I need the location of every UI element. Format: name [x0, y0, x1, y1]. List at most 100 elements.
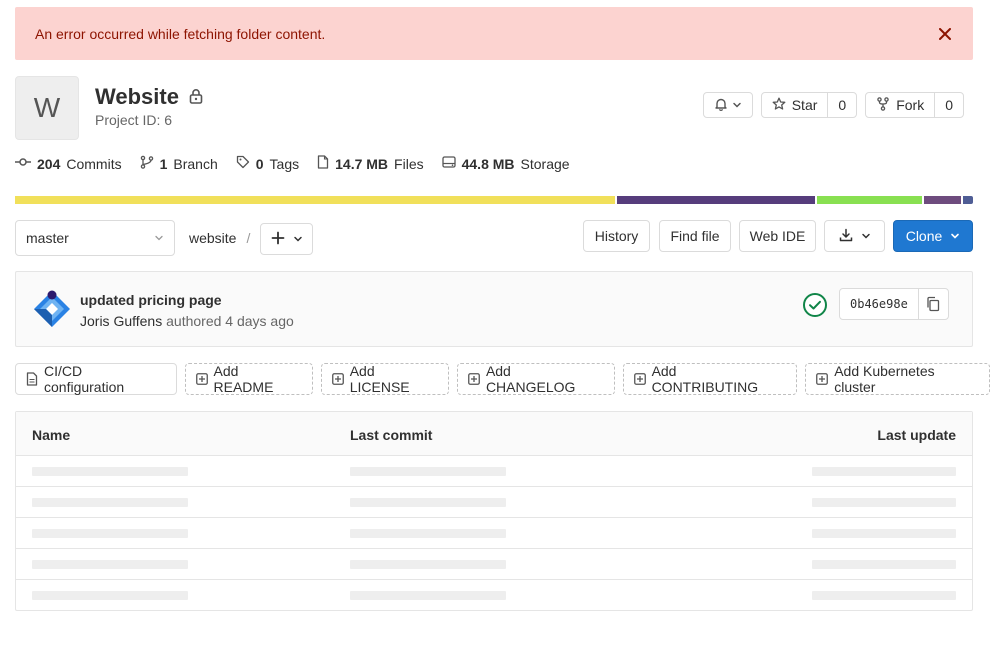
- loading-skeleton: [812, 498, 956, 507]
- table-row: [16, 518, 972, 549]
- file-icon: [317, 155, 329, 172]
- star-count[interactable]: 0: [827, 93, 856, 117]
- files-label: Files: [394, 155, 424, 172]
- chevron-down-icon: [293, 231, 303, 247]
- loading-skeleton: [32, 498, 188, 507]
- tags-stat[interactable]: 0 Tags: [236, 155, 299, 172]
- doc-icon: [26, 372, 38, 386]
- file-tree-table: Name Last commit Last update: [15, 411, 973, 611]
- fork-icon: [876, 96, 890, 114]
- language-segment[interactable]: [617, 196, 816, 204]
- web-ide-button[interactable]: Web IDE: [739, 220, 816, 252]
- loading-skeleton: [350, 560, 506, 569]
- history-button[interactable]: History: [583, 220, 650, 252]
- breadcrumb-root[interactable]: website: [189, 230, 236, 246]
- plus-square-icon: [633, 373, 646, 385]
- language-segment[interactable]: [15, 196, 616, 204]
- commits-count: 204: [37, 155, 61, 172]
- clone-dropdown[interactable]: Clone: [893, 220, 973, 252]
- chevron-down-icon: [154, 230, 164, 246]
- repository-languages-bar[interactable]: [15, 196, 973, 204]
- quick-actions: CI/CD configuration Add README Add LICENSE…: [15, 363, 990, 395]
- copy-icon[interactable]: [917, 289, 948, 319]
- quick-action-button[interactable]: Add README: [184, 363, 313, 395]
- close-icon[interactable]: [937, 26, 953, 42]
- storage-label: Storage: [520, 155, 570, 172]
- language-segment[interactable]: [963, 196, 973, 204]
- table-row: [16, 549, 972, 580]
- loading-skeleton: [32, 560, 188, 569]
- header-last-update: Last update: [877, 427, 956, 443]
- chevron-down-icon: [732, 97, 742, 113]
- branch-name: master: [26, 230, 69, 246]
- commit-icon: [15, 155, 31, 172]
- tags-label: Tags: [269, 155, 300, 172]
- project-title-row: Website: [95, 84, 203, 110]
- commit-title[interactable]: updated pricing page: [80, 292, 222, 308]
- error-alert: An error occurred while fetching folder …: [15, 7, 973, 60]
- files-size: 14.7 MB: [335, 155, 389, 172]
- language-segment[interactable]: [924, 196, 962, 204]
- quick-action-label: Add CHANGELOG: [485, 363, 576, 395]
- star-button[interactable]: Star 0: [760, 92, 858, 118]
- download-dropdown[interactable]: [824, 220, 885, 252]
- branches-stat[interactable]: 1 Branch: [140, 155, 218, 172]
- pipeline-status-icon[interactable]: [802, 292, 828, 318]
- star-icon: [772, 97, 786, 114]
- loading-skeleton: [350, 467, 506, 476]
- commit-authored-text: authored 4 days ago: [166, 313, 294, 329]
- fork-button[interactable]: Fork 0: [865, 92, 964, 118]
- project-avatar: W: [15, 76, 79, 140]
- file-table-header: Name Last commit Last update: [16, 412, 972, 456]
- tags-count: 0: [255, 155, 264, 172]
- clone-label: Clone: [905, 228, 943, 244]
- loading-skeleton: [812, 467, 956, 476]
- storage-icon: [441, 155, 456, 172]
- project-title[interactable]: Website: [95, 84, 179, 110]
- project-stats: 204 Commits 1 Branch 0 Tags 14.7 MB File…: [15, 155, 570, 172]
- last-commit-panel: updated pricing page Joris Guffens autho…: [15, 271, 973, 347]
- header-last-commit: Last commit: [350, 427, 433, 443]
- loading-skeleton: [32, 591, 188, 600]
- quick-action-label: Add LICENSE: [349, 363, 410, 395]
- quick-action-button[interactable]: Add LICENSE: [320, 363, 449, 395]
- quick-action-label: Add Kubernetes cluster: [834, 363, 935, 395]
- quick-action-button[interactable]: Add Kubernetes cluster: [805, 363, 990, 395]
- loading-skeleton: [812, 591, 956, 600]
- commit-author[interactable]: Joris Guffens: [80, 313, 162, 329]
- plus-square-icon: [331, 373, 344, 385]
- quick-action-button[interactable]: Add CHANGELOG: [456, 363, 615, 395]
- alert-message: An error occurred while fetching folder …: [35, 25, 326, 42]
- files-stat[interactable]: 14.7 MB Files: [317, 155, 424, 172]
- find-file-button[interactable]: Find file: [659, 220, 731, 252]
- plus-square-icon: [468, 373, 480, 385]
- plus-square-icon: [816, 373, 829, 385]
- file-table-body: [16, 456, 972, 611]
- table-row: [16, 456, 972, 487]
- commit-sha[interactable]: 0b46e98e: [840, 289, 918, 319]
- loading-skeleton: [350, 529, 506, 538]
- repository-toolbar: master website / History Find file Web I…: [15, 220, 973, 256]
- loading-skeleton: [32, 529, 188, 538]
- add-to-tree-dropdown[interactable]: [260, 223, 313, 255]
- breadcrumb: website /: [189, 220, 250, 256]
- language-segment[interactable]: [817, 196, 923, 204]
- fork-count[interactable]: 0: [934, 93, 963, 117]
- breadcrumb-separator: /: [246, 230, 251, 246]
- chevron-down-icon: [861, 228, 871, 244]
- storage-stat[interactable]: 44.8 MB Storage: [441, 155, 570, 172]
- table-row: [16, 580, 972, 611]
- star-label: Star: [791, 97, 818, 113]
- quick-action-button[interactable]: CI/CD configuration: [15, 363, 177, 395]
- chevron-down-icon: [950, 228, 960, 244]
- quick-action-button[interactable]: Add CONTRIBUTING: [622, 363, 798, 395]
- notification-dropdown[interactable]: [702, 92, 753, 118]
- download-icon: [839, 228, 853, 245]
- loading-skeleton: [812, 529, 956, 538]
- table-row: [16, 487, 972, 518]
- commits-stat[interactable]: 204 Commits: [15, 155, 122, 172]
- author-avatar[interactable]: [32, 289, 72, 329]
- commits-label: Commits: [66, 155, 122, 172]
- quick-action-label: Add CONTRIBUTING: [651, 363, 759, 395]
- branch-selector[interactable]: master: [15, 220, 175, 256]
